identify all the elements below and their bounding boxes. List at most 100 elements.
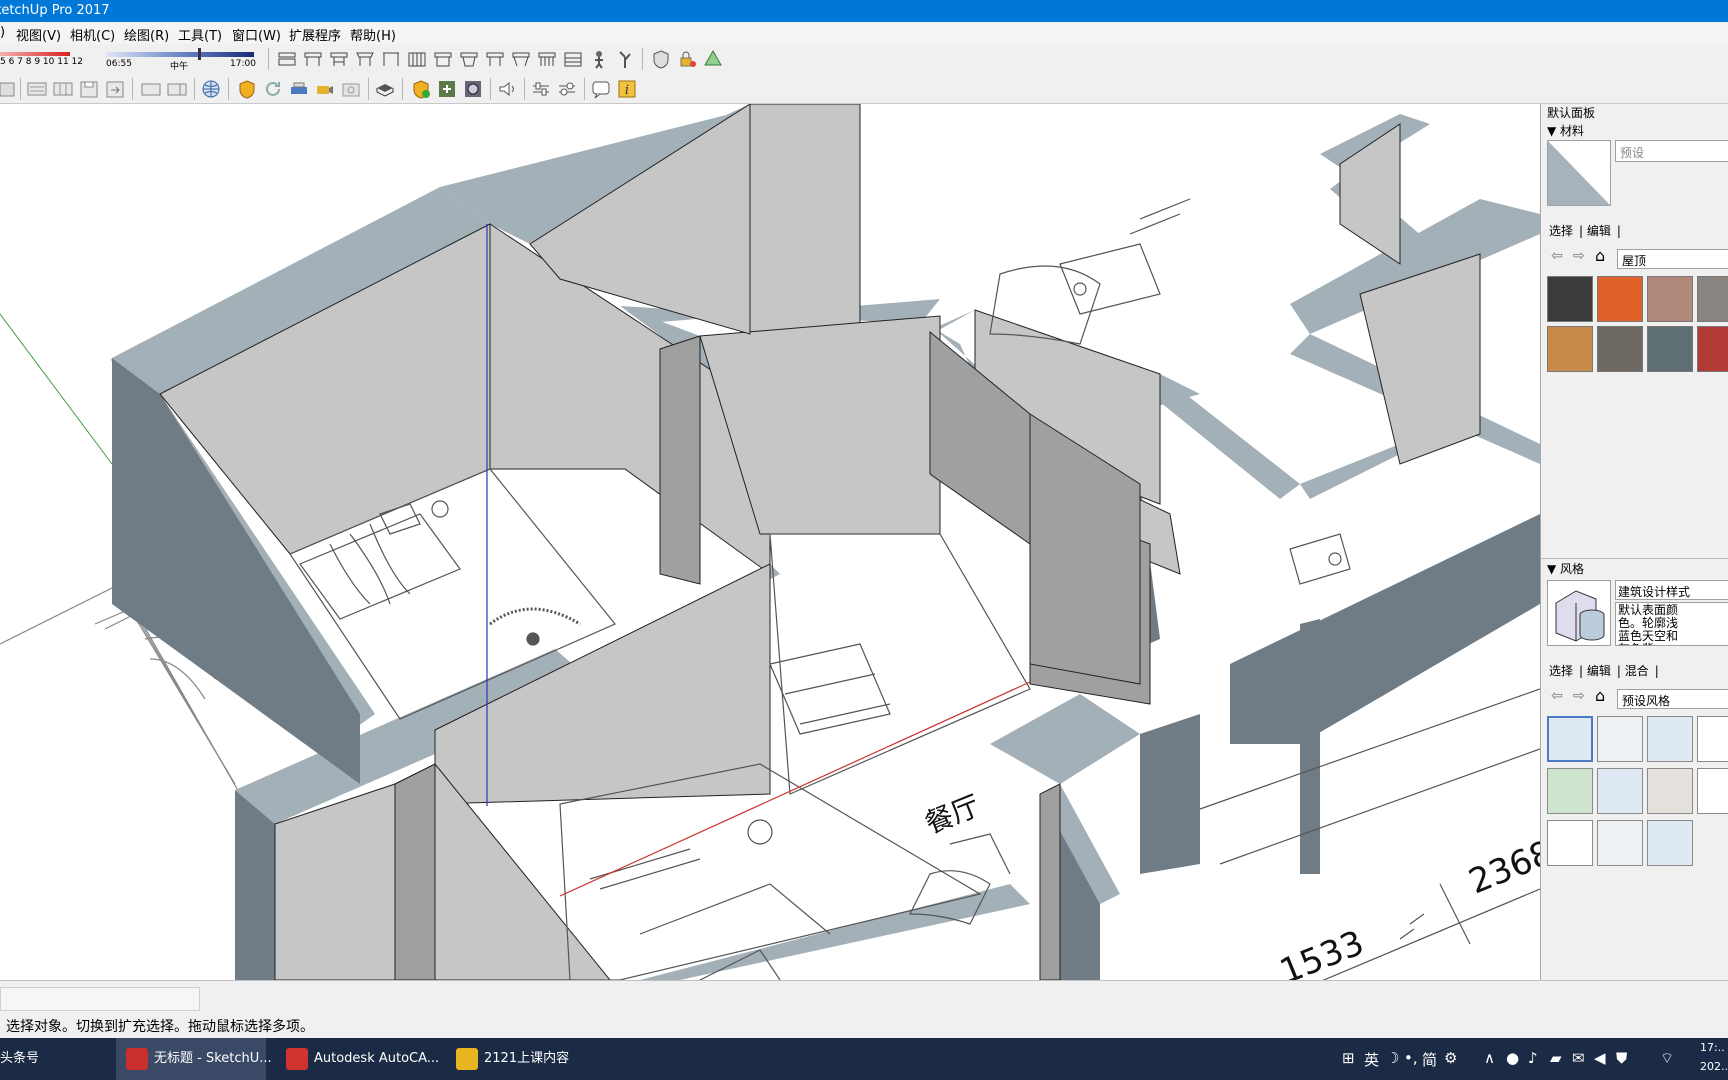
- wall-tool-icon[interactable]: [406, 48, 428, 70]
- print-icon[interactable]: [288, 78, 310, 100]
- scene-next-icon[interactable]: [166, 78, 188, 100]
- roof-tool-icon[interactable]: [536, 48, 558, 70]
- export-icon[interactable]: [104, 78, 126, 100]
- menu-file-partial[interactable]: ): [0, 25, 5, 40]
- tab-style-mix[interactable]: 混合: [1625, 664, 1649, 678]
- style-thumbnail[interactable]: [1597, 716, 1643, 762]
- measurements-box[interactable]: [0, 987, 200, 1011]
- material-collection-select[interactable]: 屋顶: [1617, 249, 1728, 269]
- camera-position-icon[interactable]: [314, 78, 336, 100]
- components-icon[interactable]: [52, 78, 74, 100]
- security-icon[interactable]: ⛊: [1616, 1049, 1627, 1067]
- wechat-icon[interactable]: ✉: [1572, 1049, 1585, 1067]
- view-back-icon[interactable]: [380, 48, 402, 70]
- solid-tools-icon[interactable]: [702, 48, 724, 70]
- tab-style-edit[interactable]: 编辑: [1587, 664, 1611, 678]
- date[interactable]: 202..: [1700, 1060, 1728, 1073]
- taskbar-app-folder[interactable]: 2121上课内容: [446, 1038, 596, 1080]
- material-swatch[interactable]: [1647, 276, 1693, 322]
- taskbar-app-sketchup[interactable]: 无标题 - SketchU...: [116, 1038, 272, 1080]
- tab-material-edit[interactable]: 编辑: [1587, 224, 1611, 238]
- menu-extensions[interactable]: 扩展程序: [289, 25, 341, 44]
- slab-tool-icon[interactable]: [562, 48, 584, 70]
- outliner-icon[interactable]: [26, 78, 48, 100]
- home-icon[interactable]: ⌂: [1595, 246, 1605, 265]
- tree-tool-icon[interactable]: [614, 48, 636, 70]
- styles-header[interactable]: ▼ 风格: [1547, 560, 1584, 577]
- view-iso-icon[interactable]: [276, 48, 298, 70]
- window-tool-icon[interactable]: [458, 48, 480, 70]
- geo-location-icon[interactable]: [200, 78, 222, 100]
- forward-arrow-icon[interactable]: ⇨: [1573, 688, 1585, 704]
- material-swatch[interactable]: [1547, 326, 1593, 372]
- warehouse-icon[interactable]: [236, 78, 258, 100]
- tab-material-select[interactable]: 选择: [1549, 224, 1573, 238]
- scene-prev-icon[interactable]: [140, 78, 162, 100]
- settings-sliders-icon[interactable]: [530, 78, 552, 100]
- warehouse-add-icon[interactable]: [410, 78, 432, 100]
- chat-icon[interactable]: [590, 78, 612, 100]
- snapshot-icon[interactable]: [340, 78, 362, 100]
- clock[interactable]: 17:..: [1700, 1041, 1725, 1054]
- menu-help[interactable]: 帮助(H): [350, 25, 396, 44]
- extension-icon[interactable]: [436, 78, 458, 100]
- moon-icon[interactable]: ☽: [1386, 1049, 1399, 1067]
- style-collection-select[interactable]: 预设风格: [1617, 689, 1728, 709]
- view-front-icon[interactable]: [328, 48, 350, 70]
- taskbar-app-autocad[interactable]: Autodesk AutoCA...: [276, 1038, 439, 1080]
- shield-icon[interactable]: [650, 48, 672, 70]
- menu-window[interactable]: 窗口(W): [232, 25, 281, 44]
- style-thumbnail[interactable]: [1647, 768, 1693, 814]
- style-thumbnail[interactable]: [1547, 768, 1593, 814]
- gear-icon[interactable]: ⚙: [1444, 1049, 1457, 1067]
- back-arrow-icon[interactable]: ⇦: [1551, 688, 1563, 704]
- ime-simplified[interactable]: 简: [1422, 1049, 1437, 1070]
- taskbar-search[interactable]: 头条号: [0, 1038, 110, 1080]
- home-icon[interactable]: ⌂: [1595, 686, 1605, 705]
- style-thumbnail[interactable]: [1547, 716, 1593, 762]
- style-thumbnail[interactable]: [1697, 716, 1728, 762]
- network-icon[interactable]: ●: [1506, 1049, 1519, 1067]
- tab-style-select[interactable]: 选择: [1549, 664, 1573, 678]
- info-icon[interactable]: i: [616, 78, 638, 100]
- material-swatch[interactable]: [1697, 326, 1728, 372]
- wifi-icon[interactable]: ⌔: [1660, 1049, 1674, 1068]
- back-arrow-icon[interactable]: ⇦: [1551, 248, 1563, 264]
- menu-camera[interactable]: 相机(C): [70, 25, 115, 44]
- nvidia-icon[interactable]: ▰: [1550, 1049, 1562, 1067]
- ime-language[interactable]: 英: [1364, 1049, 1379, 1070]
- material-swatch[interactable]: [1597, 276, 1643, 322]
- material-swatch[interactable]: [1547, 276, 1593, 322]
- style-thumbnail[interactable]: [1697, 768, 1728, 814]
- layer-tool-icon[interactable]: [0, 78, 22, 100]
- lock-warning-icon[interactable]: [676, 48, 698, 70]
- keyboard-grid-icon[interactable]: ⊞: [1342, 1049, 1355, 1067]
- shadow-month-slider[interactable]: 5 6 7 8 9 10 11 12: [0, 48, 92, 70]
- materials-header[interactable]: ▼ 材料: [1547, 122, 1584, 139]
- figure-tool-icon[interactable]: [588, 48, 610, 70]
- view-top-icon[interactable]: [302, 48, 324, 70]
- chevron-up-icon[interactable]: ∧: [1484, 1049, 1495, 1067]
- stair-tool-icon[interactable]: [484, 48, 506, 70]
- 3d-model-icon[interactable]: [374, 78, 396, 100]
- style-thumbnail[interactable]: [1647, 820, 1693, 866]
- material-swatch[interactable]: [1697, 276, 1728, 322]
- menu-view[interactable]: 视图(V): [16, 25, 61, 44]
- sound-icon[interactable]: [496, 78, 518, 100]
- menu-tools[interactable]: 工具(T): [178, 25, 222, 44]
- style-thumbnail[interactable]: [1597, 768, 1643, 814]
- model-viewport[interactable]: 餐厅 1533 2368: [0, 104, 1540, 980]
- style-thumbnail[interactable]: [1547, 820, 1593, 866]
- save-file-icon[interactable]: [78, 78, 100, 100]
- preferences-icon[interactable]: [556, 78, 578, 100]
- material-name-input[interactable]: 预设: [1615, 140, 1728, 162]
- style-thumbnail[interactable]: [1597, 820, 1643, 866]
- refresh-icon[interactable]: [262, 78, 284, 100]
- volume-icon[interactable]: ♪: [1528, 1049, 1538, 1067]
- view-right-icon[interactable]: [354, 48, 376, 70]
- shadow-time-slider[interactable]: 06:55 中午 17:00: [106, 48, 256, 72]
- speaker-icon[interactable]: ◀: [1594, 1049, 1606, 1067]
- forward-arrow-icon[interactable]: ⇨: [1573, 248, 1585, 264]
- camera-lens-icon[interactable]: [462, 78, 484, 100]
- material-swatch[interactable]: [1597, 326, 1643, 372]
